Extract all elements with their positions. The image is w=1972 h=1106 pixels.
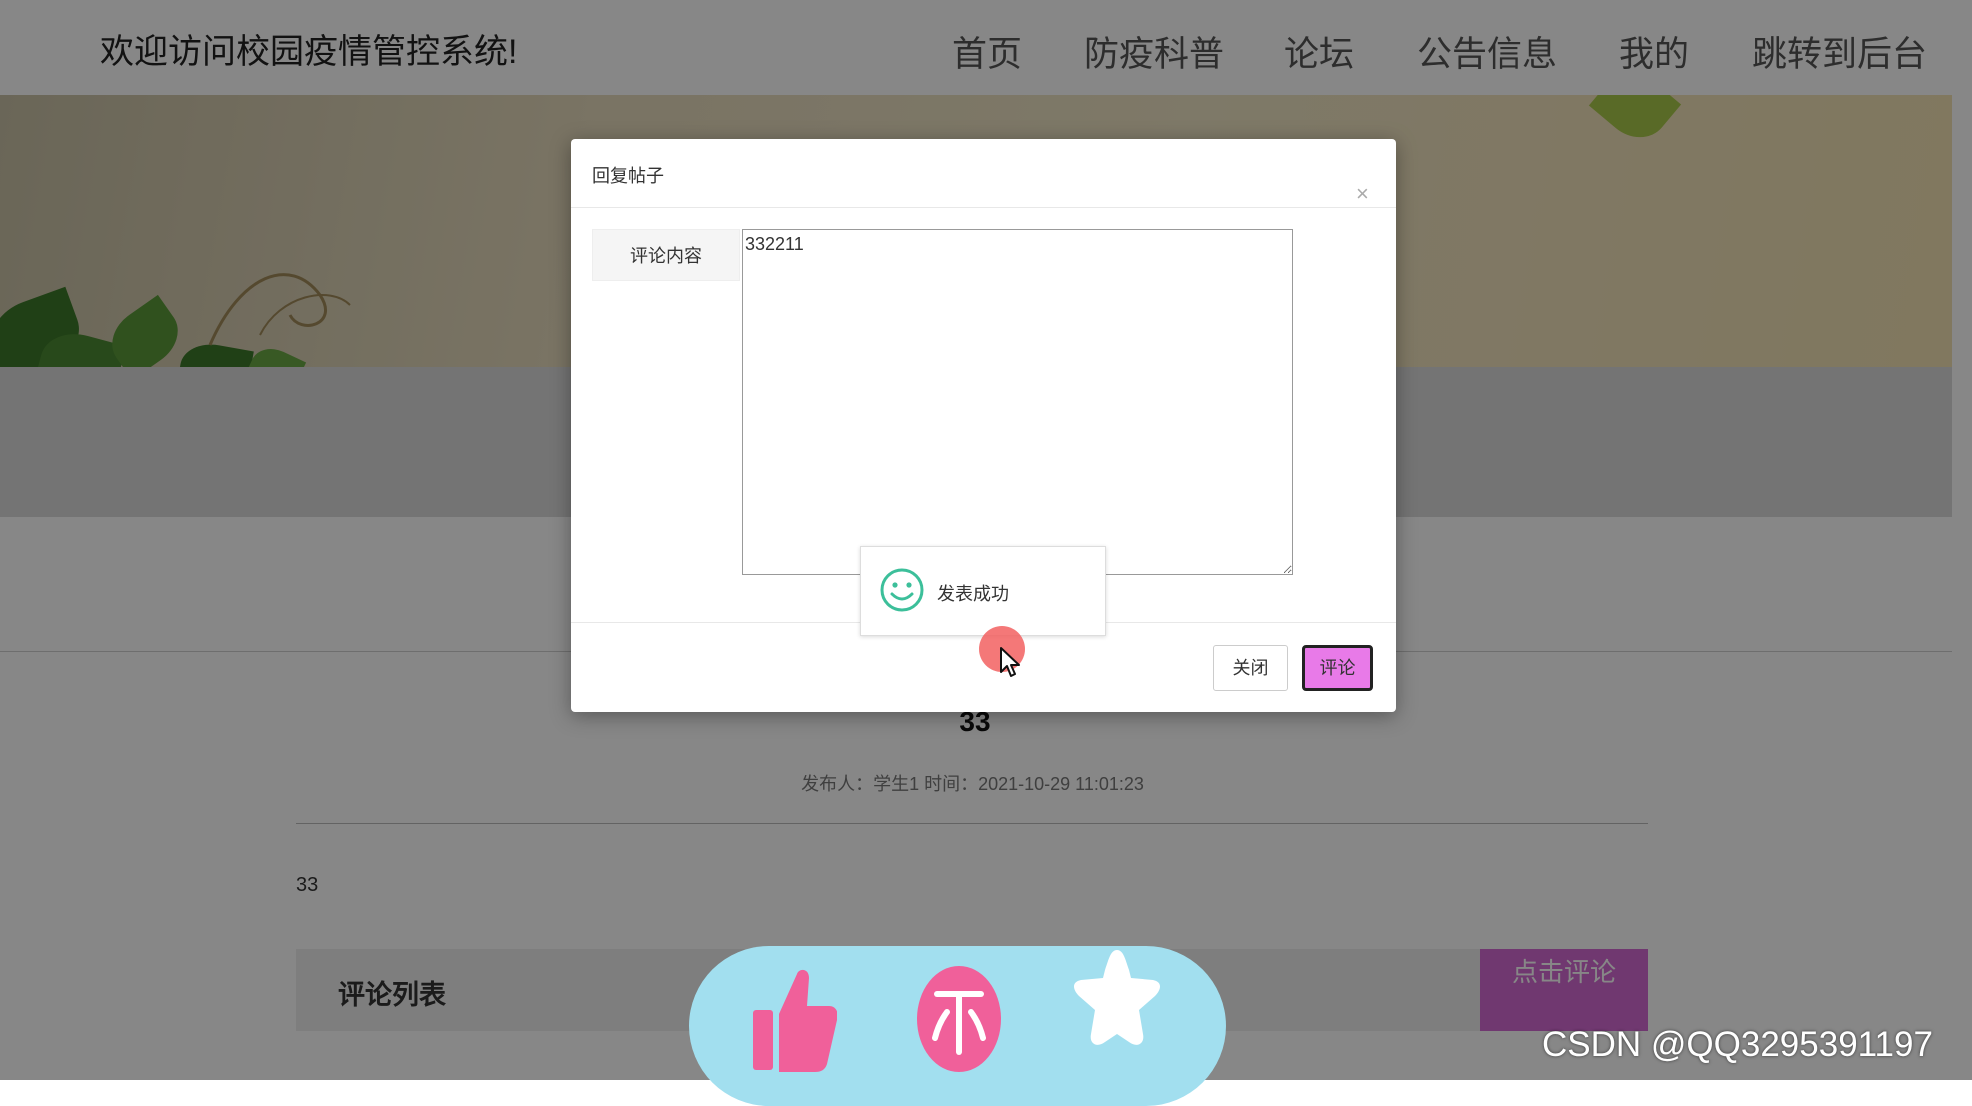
dialog-title: 回复帖子 [592, 166, 664, 186]
watermark-text: CSDN @QQ3295391197 [1542, 1025, 1933, 1064]
coin-icon[interactable] [915, 964, 1003, 1074]
comment-content-textarea[interactable]: 332211 [742, 229, 1293, 575]
action-dock [689, 946, 1226, 1106]
submit-comment-button[interactable]: 评论 [1302, 645, 1373, 691]
smile-icon [880, 568, 924, 612]
success-toast: 发表成功 [860, 546, 1106, 636]
mouse-cursor-icon [1000, 647, 1020, 677]
dialog-header: 回复帖子 × [571, 139, 1396, 208]
close-button[interactable]: 关闭 [1213, 645, 1288, 691]
close-icon[interactable]: × [1356, 183, 1369, 205]
comment-content-label: 评论内容 [592, 229, 740, 281]
thumbs-up-icon[interactable] [753, 966, 837, 1074]
star-icon[interactable] [1073, 948, 1161, 1052]
toast-message: 发表成功 [937, 584, 1009, 604]
